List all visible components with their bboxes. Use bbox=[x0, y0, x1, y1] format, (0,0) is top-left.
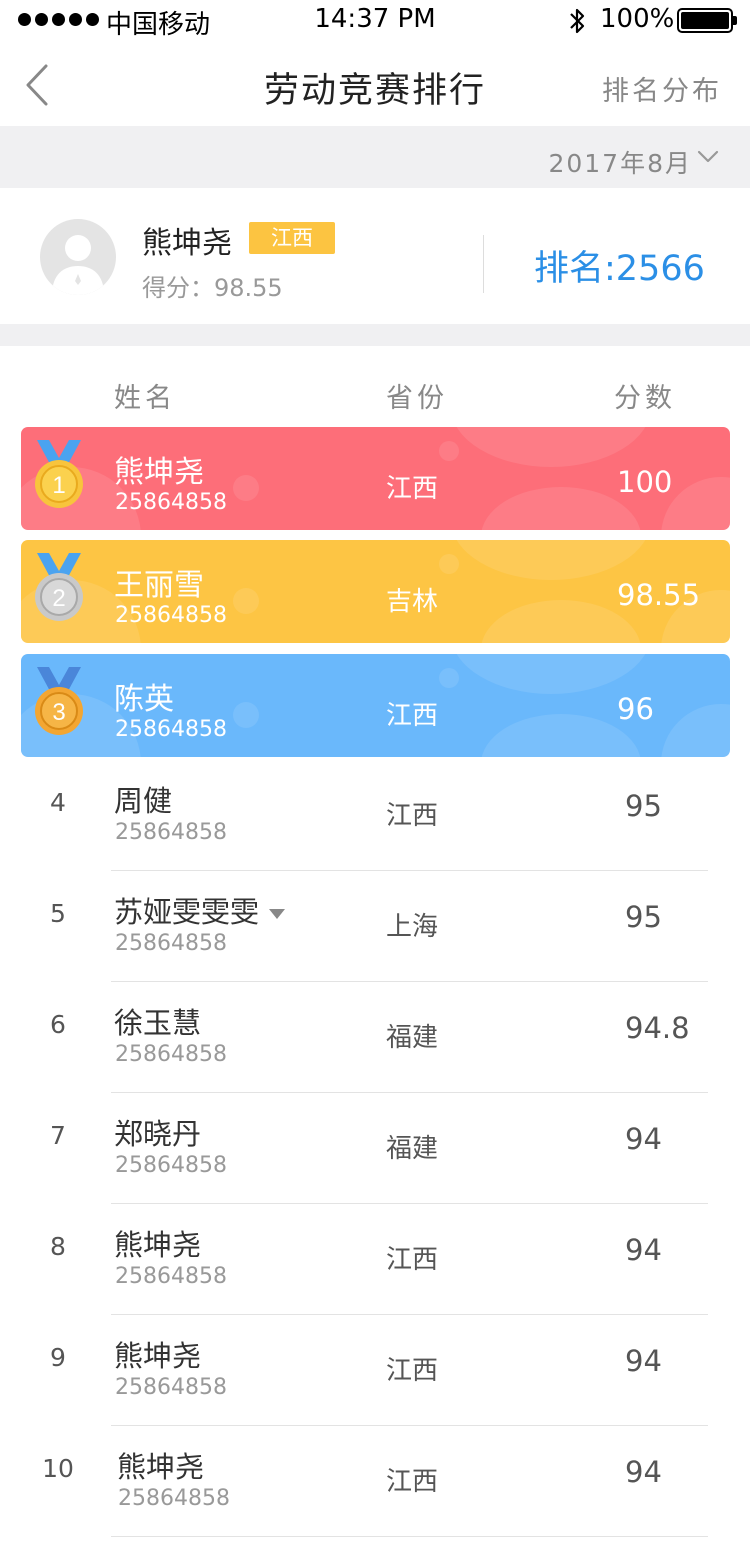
caret-down-icon[interactable] bbox=[269, 909, 286, 919]
rank-id: 25864858 bbox=[115, 1153, 227, 1178]
rank-id: 25864858 bbox=[115, 490, 227, 515]
rank-province: 江西 bbox=[386, 1245, 439, 1275]
date-filter-bar: 2017年8月 bbox=[0, 126, 750, 188]
rank-id: 25864858 bbox=[115, 820, 227, 845]
my-name: 熊坤尧 bbox=[142, 226, 232, 261]
rank-id: 25864858 bbox=[115, 603, 227, 628]
avatar bbox=[40, 219, 116, 295]
medal-number: 3 bbox=[52, 699, 65, 726]
medal-number: 1 bbox=[52, 472, 65, 499]
rank-number: 6 bbox=[50, 1010, 66, 1039]
rank-number: 4 bbox=[50, 788, 66, 817]
rank-name: 苏娅雯雯雯 bbox=[114, 895, 260, 929]
date-selector[interactable]: 2017年8月 bbox=[548, 144, 692, 180]
rank-province: 江西 bbox=[386, 1467, 439, 1497]
medal-number: 2 bbox=[52, 585, 65, 612]
status-bar: 中国移动 14:37 PM 100% bbox=[0, 0, 750, 42]
rank-name: 周健 bbox=[114, 784, 173, 818]
rank-score: 96 bbox=[617, 692, 654, 726]
rank-id: 25864858 bbox=[115, 1264, 227, 1289]
silver-medal-icon: 2 bbox=[35, 553, 83, 621]
bronze-medal-icon: 3 bbox=[35, 667, 83, 735]
rank-name: 郑晓丹 bbox=[114, 1117, 202, 1151]
chevron-down-icon[interactable] bbox=[696, 145, 720, 169]
province-tag: 江西 bbox=[249, 222, 335, 254]
row-divider bbox=[111, 1536, 708, 1537]
rank-province: 江西 bbox=[386, 474, 439, 504]
rank-name: 陈英 bbox=[114, 682, 174, 717]
rank-score: 94 bbox=[625, 1122, 662, 1156]
table-row[interactable]: 5 苏娅雯雯雯 25864858 上海 95 bbox=[0, 871, 750, 982]
rank-number: 10 bbox=[42, 1454, 74, 1483]
header-province: 省份 bbox=[386, 383, 448, 414]
rank-province: 江西 bbox=[386, 1356, 439, 1386]
header-score: 分数 bbox=[614, 383, 676, 414]
rank-number: 9 bbox=[50, 1343, 66, 1372]
rank-score: 100 bbox=[617, 465, 673, 499]
table-row[interactable]: 9 熊坤尧 25864858 江西 94 bbox=[0, 1315, 750, 1426]
rank-id: 25864858 bbox=[118, 1486, 230, 1511]
rank-distribution-button[interactable]: 排名分布 bbox=[602, 69, 722, 108]
rank-name: 熊坤尧 bbox=[114, 455, 204, 490]
rank-score: 94 bbox=[625, 1233, 662, 1267]
rank-score: 94 bbox=[625, 1344, 662, 1378]
rank-row-top-1[interactable]: 1 熊坤尧 25864858 江西 100 bbox=[21, 427, 730, 530]
section-gap bbox=[0, 324, 750, 346]
table-row[interactable]: 8 熊坤尧 25864858 江西 94 bbox=[0, 1204, 750, 1315]
rank-name: 王丽雪 bbox=[114, 568, 204, 603]
rank-name: 熊坤尧 bbox=[114, 1228, 202, 1262]
rank-name: 熊坤尧 bbox=[114, 1339, 202, 1373]
rank-name: 熊坤尧 bbox=[117, 1450, 205, 1484]
rank-province: 福建 bbox=[386, 1023, 439, 1053]
rank-id: 25864858 bbox=[115, 717, 227, 742]
rank-score: 98.55 bbox=[617, 578, 701, 612]
rank-score: 94.8 bbox=[625, 1011, 690, 1045]
rank-score: 94 bbox=[625, 1455, 662, 1489]
rank-id: 25864858 bbox=[115, 931, 227, 956]
rank-number: 7 bbox=[50, 1121, 66, 1150]
table-row[interactable]: 7 郑晓丹 25864858 福建 94 bbox=[0, 1093, 750, 1204]
rank-number: 8 bbox=[50, 1232, 66, 1261]
bluetooth-icon bbox=[570, 8, 585, 34]
rank-id: 25864858 bbox=[115, 1375, 227, 1400]
my-score: 得分：98.55 bbox=[142, 274, 283, 302]
rank-score: 95 bbox=[625, 900, 662, 934]
my-rank: 排名:2566 bbox=[534, 249, 705, 289]
table-row[interactable]: 6 徐玉慧 25864858 福建 94.8 bbox=[0, 982, 750, 1093]
divider bbox=[483, 235, 484, 293]
my-rank-card: 熊坤尧 江西 得分：98.55 排名:2566 bbox=[0, 188, 750, 324]
battery-icon bbox=[677, 8, 737, 33]
header-name: 姓名 bbox=[114, 383, 176, 414]
default-avatar-icon bbox=[52, 235, 104, 295]
rank-id: 25864858 bbox=[115, 1042, 227, 1067]
table-header: 姓名 省份 分数 bbox=[0, 346, 750, 426]
navigation-bar: 劳动竞赛排行 排名分布 bbox=[0, 42, 750, 126]
rank-row-top-3[interactable]: 3 陈英 25864858 江西 96 bbox=[21, 654, 730, 757]
rank-number: 5 bbox=[50, 899, 66, 928]
rank-province: 福建 bbox=[386, 1134, 439, 1164]
rank-province: 吉林 bbox=[386, 587, 439, 617]
rank-province: 江西 bbox=[386, 801, 439, 831]
table-row[interactable]: 4 周健 25864858 江西 95 bbox=[0, 760, 750, 871]
rank-score: 95 bbox=[625, 789, 662, 823]
rank-row-top-2[interactable]: 2 王丽雪 25864858 吉林 98.55 bbox=[21, 540, 730, 643]
rank-province: 江西 bbox=[386, 701, 439, 731]
battery-percent: 100% bbox=[600, 4, 675, 34]
rank-name-wrap: 苏娅雯雯雯 bbox=[114, 889, 286, 931]
rank-name: 徐玉慧 bbox=[114, 1006, 202, 1040]
table-row[interactable]: 10 熊坤尧 25864858 江西 94 bbox=[0, 1426, 750, 1537]
rank-province: 上海 bbox=[386, 912, 439, 942]
gold-medal-icon: 1 bbox=[35, 440, 83, 508]
